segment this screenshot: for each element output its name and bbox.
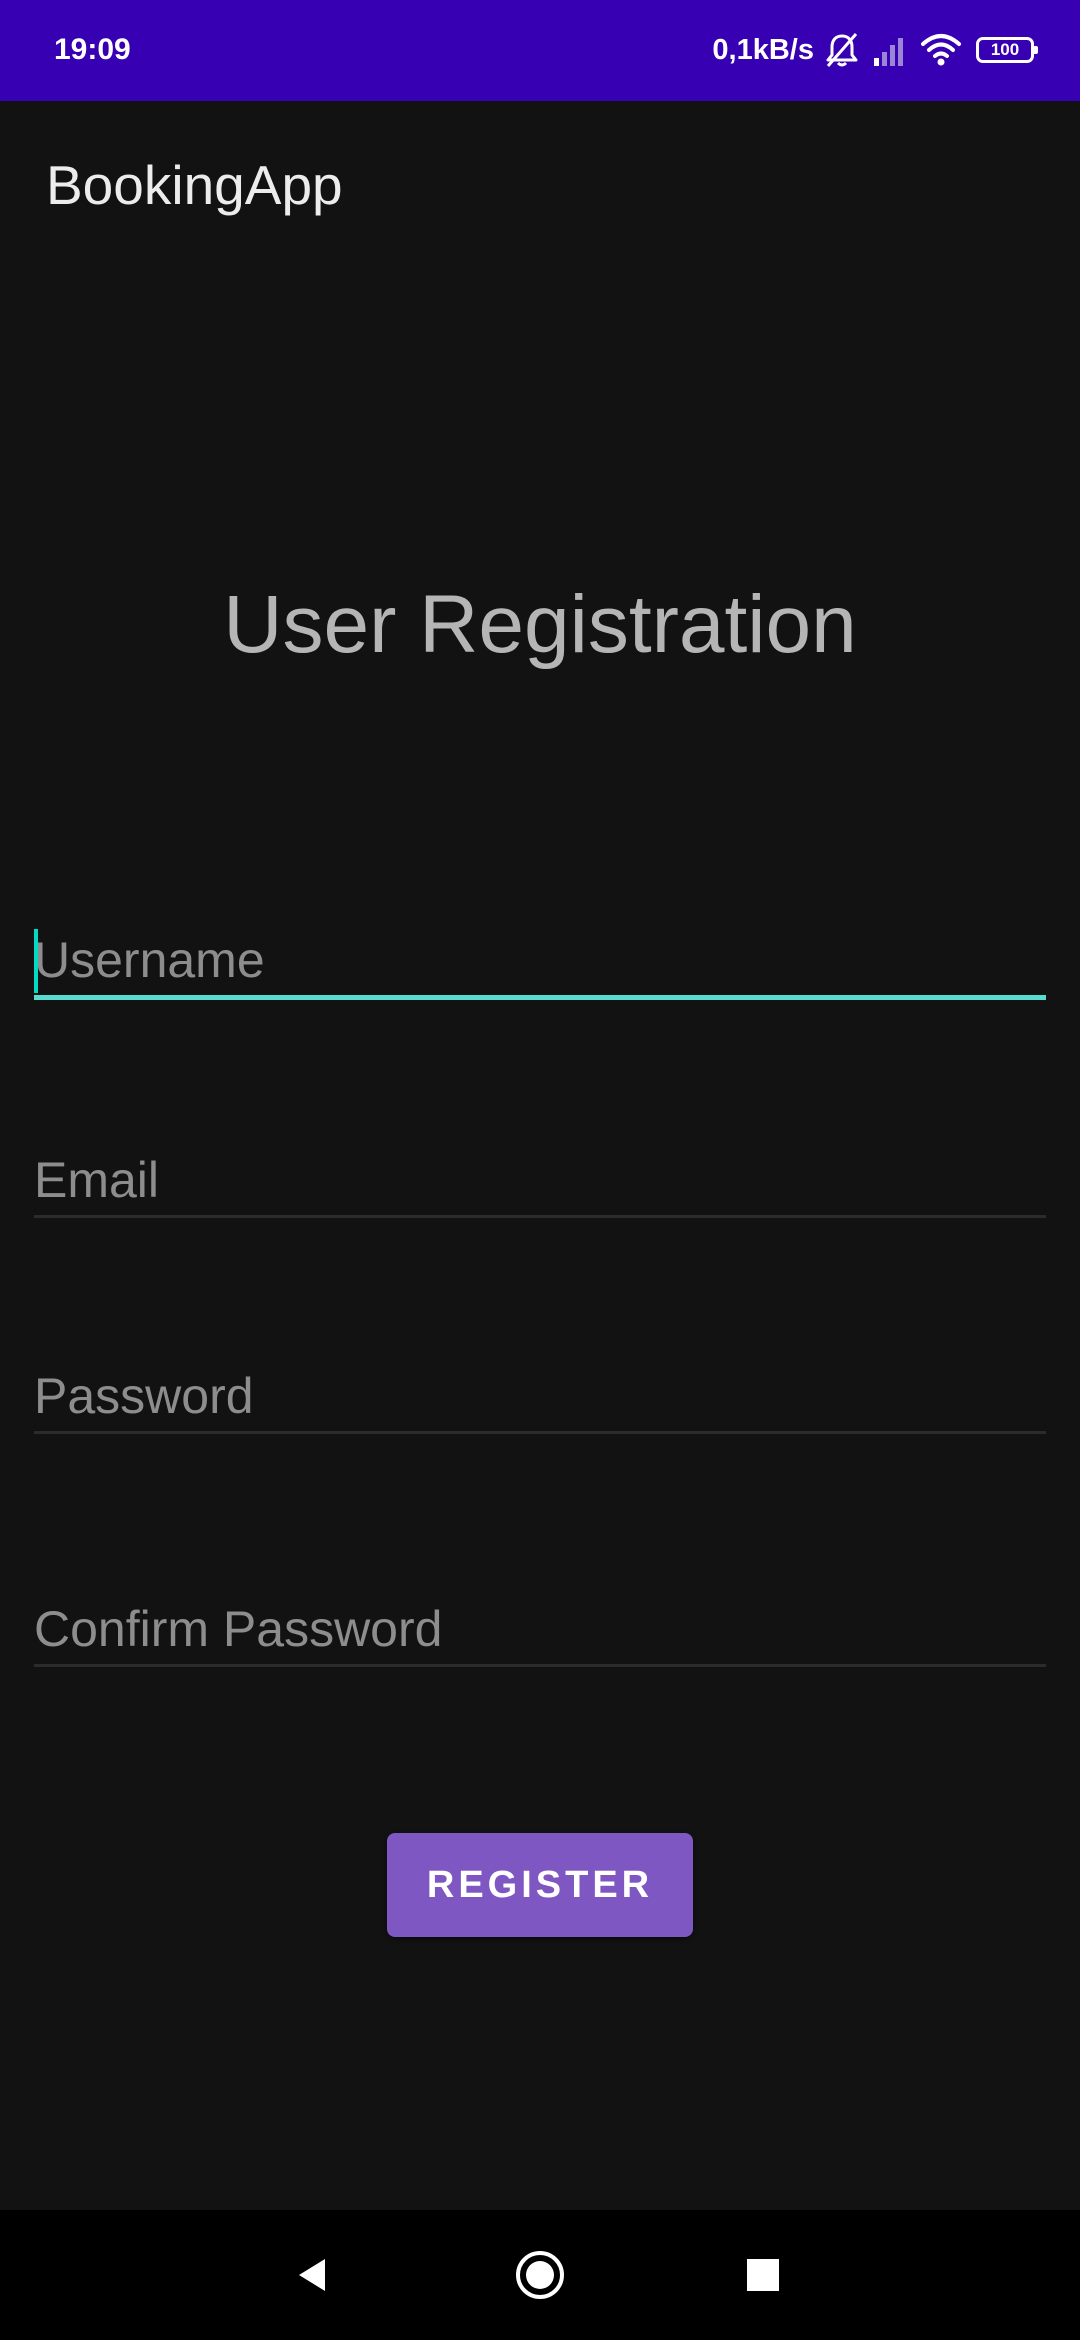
email-field-container (34, 1145, 1046, 1218)
network-speed: 0,1kB/s (712, 34, 814, 66)
confirm-password-input[interactable] (34, 1594, 1046, 1664)
battery-level: 100 (990, 40, 1020, 59)
status-time: 19:09 (54, 33, 131, 66)
app-bar: BookingApp (0, 101, 1080, 269)
home-button[interactable] (510, 2245, 570, 2305)
register-button[interactable]: REGISTER (387, 1833, 693, 1937)
wifi-icon (921, 34, 961, 66)
username-field-container (34, 925, 1046, 1000)
registration-screen: 19:09 0,1kB/s 100 BookingApp User Regist… (0, 0, 1080, 2340)
password-field-container (34, 1361, 1046, 1434)
text-cursor (34, 929, 38, 993)
battery-icon: 100 (976, 37, 1038, 63)
signal-icon (874, 38, 903, 66)
home-icon (516, 2251, 564, 2299)
back-button[interactable] (283, 2245, 343, 2305)
back-icon (299, 2259, 325, 2291)
email-input[interactable] (34, 1145, 1046, 1215)
recents-button[interactable] (733, 2245, 793, 2305)
password-input[interactable] (34, 1361, 1046, 1431)
recents-icon (747, 2259, 779, 2291)
username-input[interactable] (34, 925, 1046, 995)
confirm-password-field-container (34, 1594, 1046, 1667)
page-title: User Registration (223, 579, 857, 670)
status-icons: 0,1kB/s 100 (712, 28, 1038, 72)
navigation-bar (0, 2210, 1080, 2340)
bell-muted-icon (826, 33, 858, 67)
app-title: BookingApp (46, 154, 343, 216)
status-bar: 19:09 0,1kB/s 100 (0, 0, 1080, 101)
